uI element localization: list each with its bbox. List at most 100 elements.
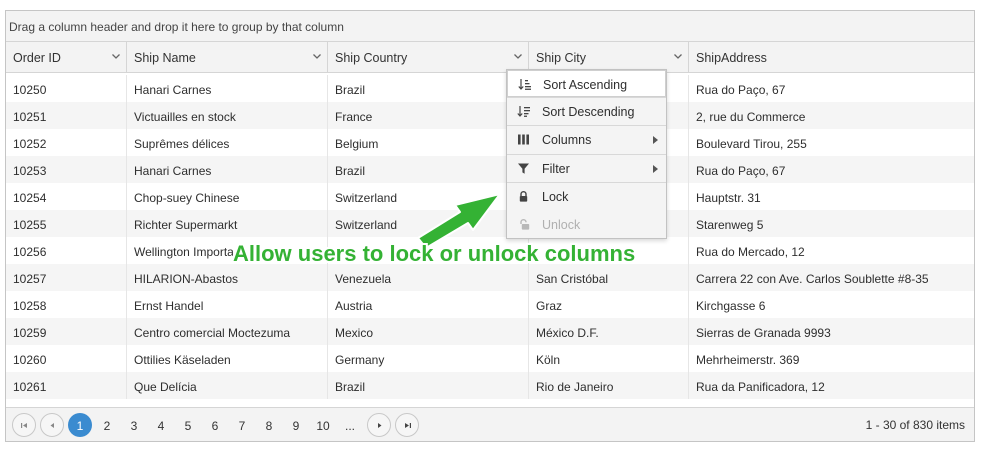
table-row[interactable]: 10251 Victuailles en stock France 2, rue du… xyxy=(6,102,974,129)
cell-ship-country: Venezuela xyxy=(328,264,529,291)
cell-ship-country: Mexico xyxy=(328,318,529,345)
column-header-ship-name[interactable]: Ship Name xyxy=(127,42,328,73)
menu-item-sort-ascending[interactable]: Sort Ascending xyxy=(507,70,666,97)
cell-ship-name: Que Delícia xyxy=(127,372,328,399)
group-drop-area[interactable]: Drag a column header and drop it here to… xyxy=(6,11,974,42)
next-page-button[interactable] xyxy=(367,413,391,437)
table-row[interactable]: 10259 Centro comercial Moctezuma Mexico Méx… xyxy=(6,318,974,345)
table-row[interactable]: 10252 Suprêmes délices Belgium Boulevard Ti… xyxy=(6,129,974,156)
menu-item-sort-descending[interactable]: Sort Descending xyxy=(507,98,666,125)
cell-ship-name: Ottilies Käseladen xyxy=(127,345,328,372)
cell-ship-name: Chop-suey Chinese xyxy=(127,183,328,210)
cell-ship-country: Austria xyxy=(328,291,529,318)
last-page-button[interactable] xyxy=(395,413,419,437)
cell-ship-country: Germany xyxy=(328,345,529,372)
column-menu: Sort Ascending Sort Descending Columns F… xyxy=(506,69,667,239)
first-page-icon xyxy=(21,423,27,428)
menu-item-unlock[interactable]: Unlock xyxy=(507,211,666,238)
cell-order-id: 10257 xyxy=(6,264,127,291)
submenu-arrow-icon xyxy=(653,136,658,144)
page-number-button[interactable]: 7 xyxy=(230,413,254,437)
cell-order-id: 10254 xyxy=(6,183,127,210)
cell-ship-country: Brazil xyxy=(328,372,529,399)
column-header-ship-address[interactable]: ShipAddress xyxy=(689,42,974,73)
menu-item-lock[interactable]: Lock xyxy=(507,183,666,210)
pager-info: 1 - 30 of 830 items xyxy=(865,418,965,432)
cell-order-id: 10256 xyxy=(6,237,127,264)
cell-ship-city: Köln xyxy=(529,345,689,372)
first-page-button[interactable] xyxy=(12,413,36,437)
cell-ship-address: Mehrheimerstr. 369 xyxy=(696,353,800,367)
cell-ship-address: Hauptstr. 31 xyxy=(696,191,761,205)
cell-ship-city: México D.F. xyxy=(529,318,689,345)
cell-ship-address: Rua do Mercado, 12 xyxy=(696,245,805,259)
cell-order-id: 10255 xyxy=(6,210,127,237)
previous-page-icon xyxy=(50,423,54,428)
cell-ship-name: Hanari Carnes xyxy=(127,156,328,183)
cell-ship-address: Carrera 22 con Ave. Carlos Soublette #8-… xyxy=(696,272,929,286)
cell-ship-name: Centro comercial Moctezuma xyxy=(127,318,328,345)
menu-item-label: Columns xyxy=(542,133,592,147)
page-number-button[interactable]: 10 xyxy=(311,413,335,437)
cell-ship-country: Belgium xyxy=(328,129,529,156)
table-row[interactable]: 10250 Hanari Carnes Brazil Rua do Paço, 67 xyxy=(6,75,974,102)
page-number-button[interactable]: 8 xyxy=(257,413,281,437)
columns-icon xyxy=(517,133,530,146)
submenu-arrow-icon xyxy=(653,165,658,173)
callout-text: Allow users to lock or unlock columns xyxy=(233,241,636,266)
cell-ship-name: Ernst Handel xyxy=(127,291,328,318)
column-header-label: Ship Name xyxy=(134,51,196,65)
menu-item-columns[interactable]: Columns xyxy=(507,126,666,153)
cell-ship-country: France xyxy=(328,102,529,129)
sort-descending-icon xyxy=(517,105,530,118)
page-number-button[interactable]: 6 xyxy=(203,413,227,437)
cell-ship-country: Brazil xyxy=(328,75,529,102)
column-header-label: Ship Country xyxy=(335,51,408,65)
column-header-label: Ship City xyxy=(536,51,587,65)
cell-order-id: 10251 xyxy=(6,102,127,129)
page-number-button[interactable]: 3 xyxy=(122,413,146,437)
last-page-icon xyxy=(405,423,411,428)
menu-item-filter[interactable]: Filter xyxy=(507,155,666,182)
page-ellipsis-button[interactable]: ... xyxy=(338,413,362,437)
page-number-button[interactable]: 1 xyxy=(68,413,92,437)
column-menu-icon[interactable] xyxy=(111,51,121,61)
grid-header: Order ID Ship Name Ship Country Ship Cit… xyxy=(6,42,974,73)
cell-ship-address: Rua do Paço, 67 xyxy=(696,164,786,178)
next-page-icon xyxy=(378,423,382,428)
cell-ship-name: Hanari Carnes xyxy=(127,75,328,102)
cell-ship-name: Richter Supermarkt xyxy=(127,210,328,237)
lock-icon xyxy=(517,190,530,203)
column-header-label: ShipAddress xyxy=(696,51,767,65)
menu-item-label: Sort Descending xyxy=(542,105,635,119)
cell-ship-address: Rua da Panificadora, 12 xyxy=(696,380,825,394)
cell-order-id: 10252 xyxy=(6,129,127,156)
cell-ship-city: San Cristóbal xyxy=(529,264,689,291)
page-number-button[interactable]: 2 xyxy=(95,413,119,437)
cell-ship-city: Rio de Janeiro xyxy=(529,372,689,399)
table-row[interactable]: 10260 Ottilies Käseladen Germany Köln Mehrhe… xyxy=(6,345,974,372)
table-row[interactable]: 10261 Que Delícia Brazil Rio de Janeiro Rua … xyxy=(6,372,974,399)
cell-ship-address: Rua do Paço, 67 xyxy=(696,83,786,97)
cell-ship-address: 2, rue du Commerce xyxy=(696,110,806,124)
column-header-ship-country[interactable]: Ship Country xyxy=(328,42,529,73)
column-menu-icon[interactable] xyxy=(312,51,322,61)
table-row[interactable]: 10258 Ernst Handel Austria Graz Kirchgasse 6 xyxy=(6,291,974,318)
page-number-button[interactable]: 5 xyxy=(176,413,200,437)
column-header-order-id[interactable]: Order ID xyxy=(6,42,127,73)
group-drop-hint: Drag a column header and drop it here to… xyxy=(9,20,344,34)
table-row[interactable]: 10257 HILARION-Abastos Venezuela San Cristó… xyxy=(6,264,974,291)
cell-order-id: 10261 xyxy=(6,372,127,399)
unlock-icon xyxy=(517,218,530,231)
cell-ship-address: Sierras de Granada 9993 xyxy=(696,326,831,340)
sort-ascending-icon xyxy=(518,78,531,91)
column-menu-icon[interactable] xyxy=(673,51,683,61)
previous-page-button[interactable] xyxy=(40,413,64,437)
menu-item-label: Sort Ascending xyxy=(543,78,628,92)
cell-ship-city: Graz xyxy=(529,291,689,318)
page-number-button[interactable]: 9 xyxy=(284,413,308,437)
cell-order-id: 10260 xyxy=(6,345,127,372)
page-number-button[interactable]: 4 xyxy=(149,413,173,437)
cell-ship-name: Victuailles en stock xyxy=(127,102,328,129)
column-menu-icon[interactable] xyxy=(513,51,523,61)
